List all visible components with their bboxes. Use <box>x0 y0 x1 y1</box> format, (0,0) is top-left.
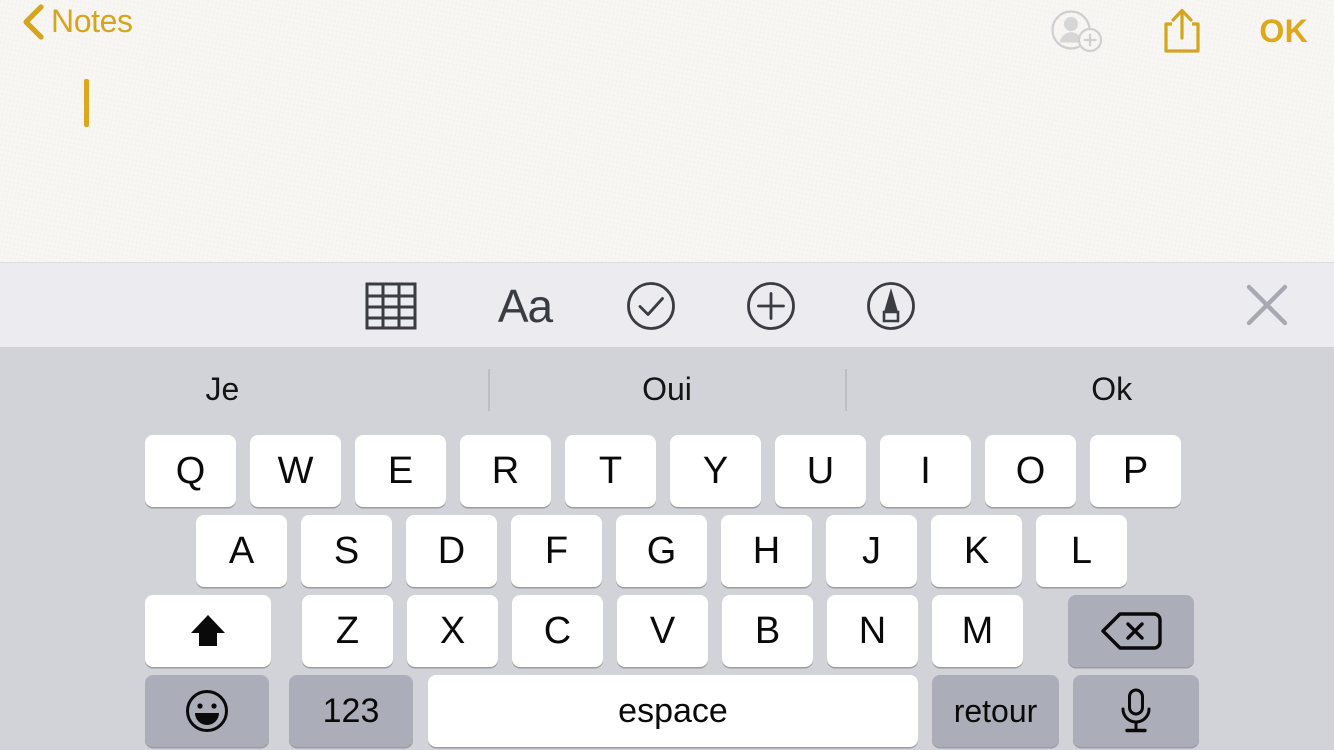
key-n[interactable]: N <box>827 595 918 667</box>
key-l[interactable]: L <box>1036 515 1127 587</box>
format-toolbar: Aa <box>0 262 1334 347</box>
key-i[interactable]: I <box>880 435 971 507</box>
shift-key[interactable] <box>145 595 271 667</box>
key-f[interactable]: F <box>511 515 602 587</box>
key-x[interactable]: X <box>407 595 498 667</box>
key-s[interactable]: S <box>301 515 392 587</box>
key-h[interactable]: H <box>721 515 812 587</box>
table-icon[interactable] <box>353 268 429 344</box>
format-text-icon[interactable]: Aa <box>487 268 563 344</box>
keyboard-row-1: Q W E R T Y U I O P <box>0 435 1334 507</box>
emoji-key[interactable] <box>145 675 269 747</box>
key-p[interactable]: P <box>1090 435 1181 507</box>
key-k[interactable]: K <box>931 515 1022 587</box>
key-q[interactable]: Q <box>145 435 236 507</box>
microphone-icon <box>1116 686 1156 736</box>
done-button[interactable]: OK <box>1259 13 1308 50</box>
back-button-label: Notes <box>51 3 133 39</box>
key-u[interactable]: U <box>775 435 866 507</box>
prediction-divider <box>488 369 490 411</box>
emoji-smiley-icon <box>184 688 230 734</box>
prediction-item-0[interactable]: Je <box>0 347 445 431</box>
key-y[interactable]: Y <box>670 435 761 507</box>
key-t[interactable]: T <box>565 435 656 507</box>
prediction-item-1[interactable]: Oui <box>445 347 890 431</box>
key-d[interactable]: D <box>406 515 497 587</box>
close-icon[interactable] <box>1240 278 1294 332</box>
predictive-text-bar: Je Oui Ok <box>0 347 1334 431</box>
markup-pen-icon[interactable] <box>853 268 929 344</box>
key-o[interactable]: O <box>985 435 1076 507</box>
share-icon[interactable] <box>1159 5 1205 57</box>
keyboard-row-4: 123 espace retour <box>0 675 1334 747</box>
keyboard-row-3: Z X C V B N M <box>0 595 1334 667</box>
notes-editor-screen: Notes OK Aa Je Oui Ok Q W E R T Y U I O … <box>0 0 1334 750</box>
prediction-item-2[interactable]: Ok <box>889 347 1334 431</box>
key-v[interactable]: V <box>617 595 708 667</box>
backspace-key[interactable] <box>1068 595 1194 667</box>
virtual-keyboard: Je Oui Ok Q W E R T Y U I O P A S D F G … <box>0 347 1334 750</box>
key-z[interactable]: Z <box>302 595 393 667</box>
format-toolbar-items: Aa <box>0 263 929 348</box>
key-e[interactable]: E <box>355 435 446 507</box>
key-c[interactable]: C <box>512 595 603 667</box>
shift-arrow-icon <box>185 608 231 654</box>
navbar-actions: OK <box>1049 0 1334 62</box>
keyboard-row-2: A S D F G H J K L <box>0 515 1334 587</box>
numbers-key[interactable]: 123 <box>289 675 413 747</box>
key-w[interactable]: W <box>250 435 341 507</box>
note-text-area[interactable] <box>0 62 1334 262</box>
back-to-notes-button[interactable]: Notes <box>22 3 133 40</box>
navigation-bar: Notes OK <box>0 0 1334 62</box>
key-j[interactable]: J <box>826 515 917 587</box>
format-text-label: Aa <box>497 279 553 332</box>
add-media-icon[interactable] <box>733 268 809 344</box>
note-paper: Notes OK <box>0 0 1334 262</box>
key-b[interactable]: B <box>722 595 813 667</box>
return-key[interactable]: retour <box>932 675 1059 747</box>
add-person-icon[interactable] <box>1049 7 1105 55</box>
checklist-icon[interactable] <box>613 268 689 344</box>
key-a[interactable]: A <box>196 515 287 587</box>
backspace-delete-icon <box>1100 609 1162 653</box>
chevron-left-icon <box>22 3 44 40</box>
space-key[interactable]: espace <box>428 675 918 747</box>
key-r[interactable]: R <box>460 435 551 507</box>
key-g[interactable]: G <box>616 515 707 587</box>
prediction-divider <box>845 369 847 411</box>
key-m[interactable]: M <box>932 595 1023 667</box>
dictation-key[interactable] <box>1073 675 1199 747</box>
text-cursor <box>84 79 89 127</box>
